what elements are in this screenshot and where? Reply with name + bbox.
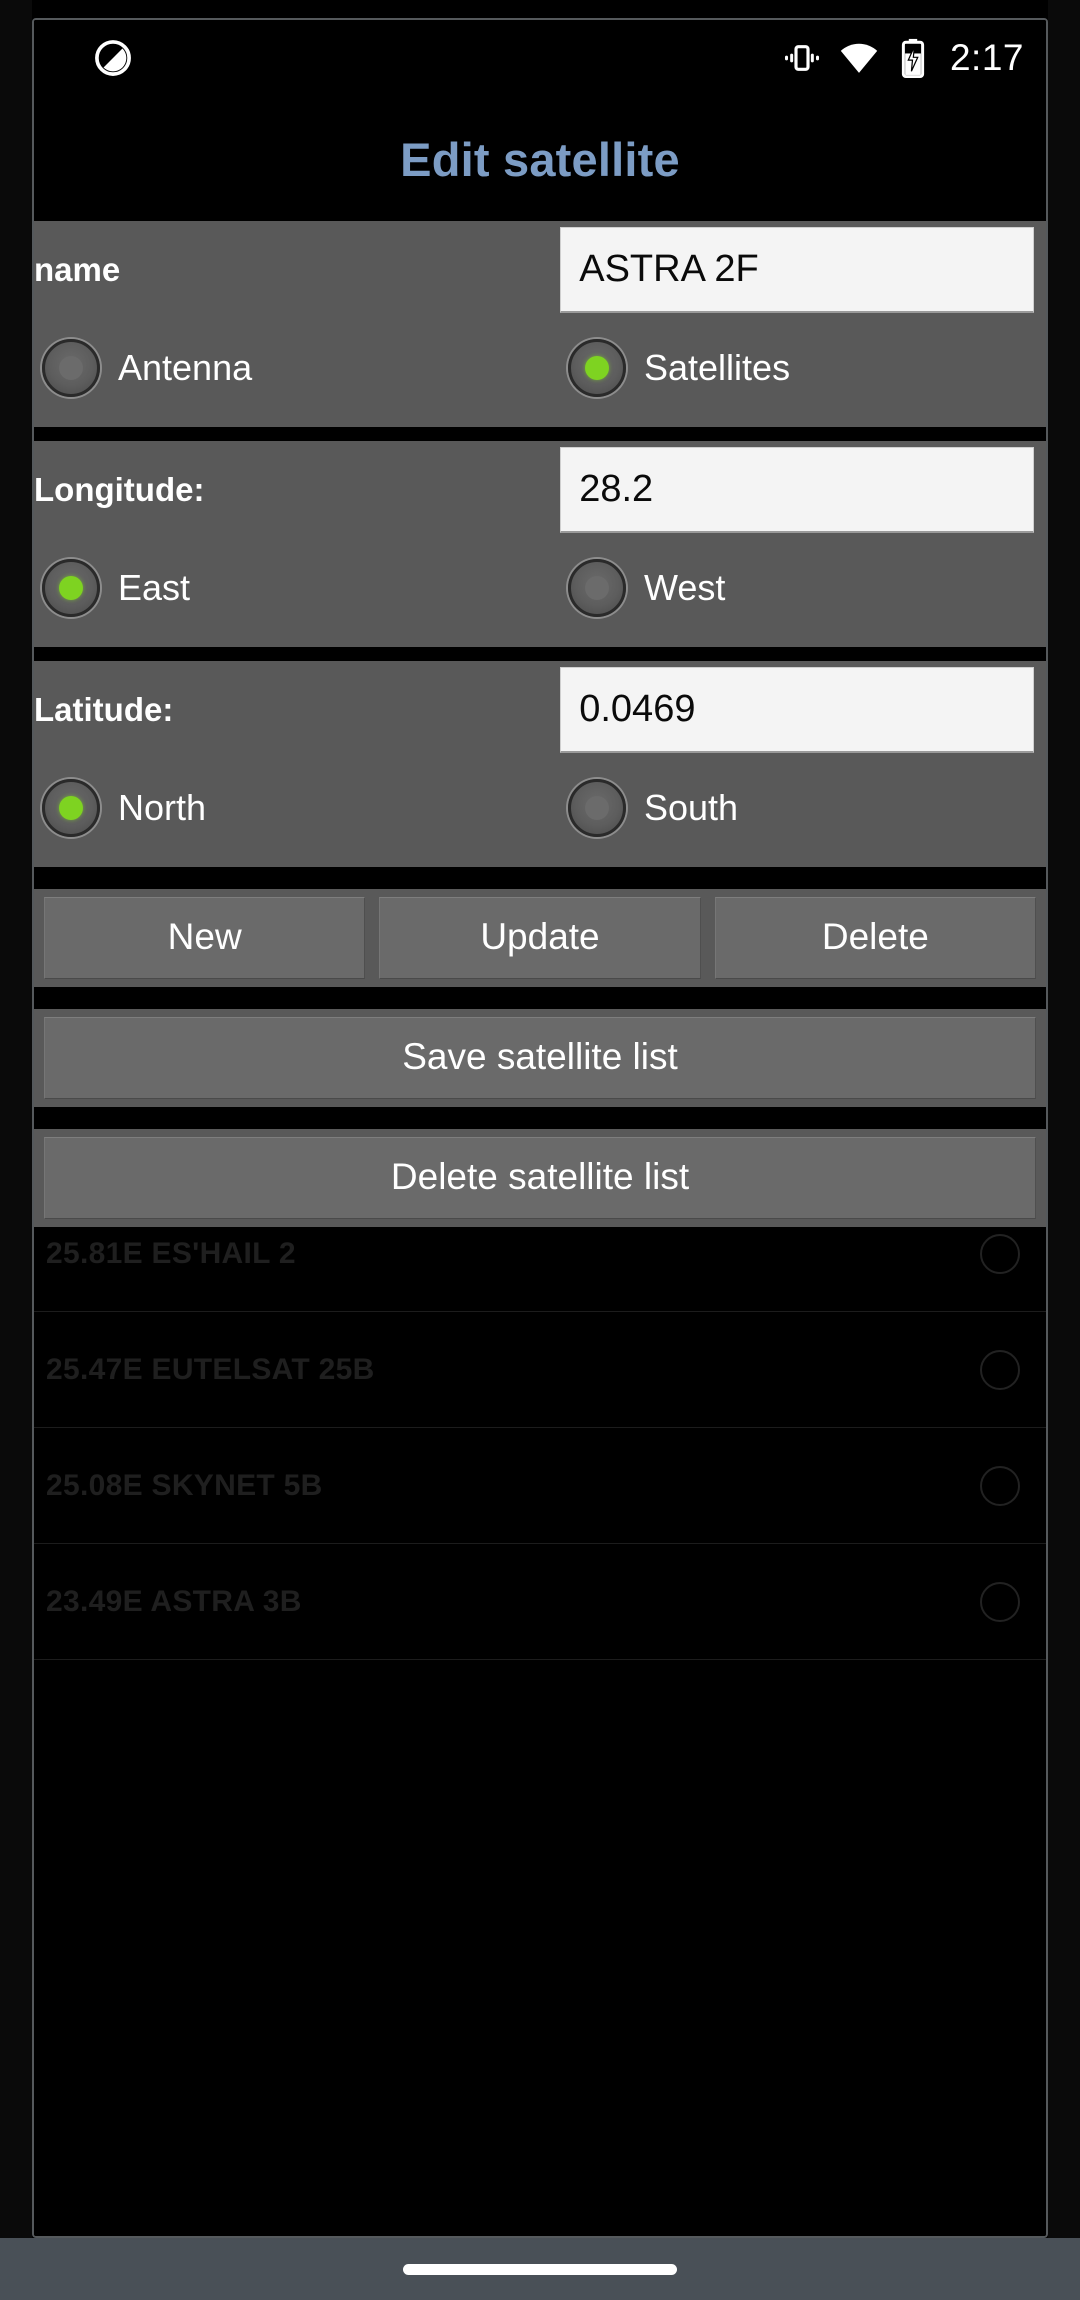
- name-input[interactable]: ASTRA 2F: [560, 227, 1034, 313]
- radio-south-icon[interactable]: [568, 779, 626, 837]
- list-item-label: 25.08E SKYNET 5B: [46, 1468, 323, 1502]
- latitude-input[interactable]: 0.0469: [560, 667, 1034, 753]
- divider: [34, 1107, 1046, 1129]
- do-not-disturb-icon: [92, 37, 134, 79]
- source-radio-row: Antenna Satellites: [34, 319, 1046, 427]
- radio-antenna-label: Antenna: [118, 347, 253, 388]
- list-item-radio-icon[interactable]: [980, 1349, 1020, 1390]
- divider: [34, 427, 1046, 441]
- vibrate-icon: [782, 38, 822, 78]
- radio-west-icon[interactable]: [568, 559, 626, 617]
- radio-option-east[interactable]: East: [34, 559, 540, 617]
- latitude-field-row: Latitude: 0.0469: [34, 661, 1046, 759]
- device-screen: 25.95E BADR-5 25.81E ES'HAIL 2 25.47E EU…: [0, 0, 1080, 2300]
- list-item[interactable]: 25.47E EUTELSAT 25B: [34, 1312, 1046, 1428]
- delete-satellite-list-button[interactable]: Delete satellite list: [44, 1137, 1036, 1219]
- list-item-label: 25.81E ES'HAIL 2: [46, 1236, 296, 1270]
- longitude-field-row: Longitude: 28.2: [34, 441, 1046, 539]
- status-bar-right-icons: 2:17: [782, 37, 1024, 79]
- latitude-radio-row: North South: [34, 759, 1046, 867]
- action-button-bar: New Update Delete: [34, 889, 1046, 987]
- battery-charging-icon: [896, 37, 930, 79]
- name-field-row: name ASTRA 2F: [34, 221, 1046, 319]
- longitude-label: Longitude:: [34, 471, 205, 508]
- list-item[interactable]: 25.08E SKYNET 5B: [34, 1428, 1046, 1544]
- delete-button[interactable]: Delete: [714, 897, 1036, 979]
- radio-south-label: South: [644, 787, 739, 828]
- radio-north-label: North: [118, 787, 207, 828]
- app-window: 25.95E BADR-5 25.81E ES'HAIL 2 25.47E EU…: [32, 18, 1048, 2238]
- radio-option-west[interactable]: West: [540, 559, 1046, 617]
- status-bar: 2:17: [34, 20, 1046, 96]
- new-button[interactable]: New: [44, 897, 366, 979]
- gesture-nav-bar: [0, 2238, 1080, 2300]
- radio-option-north[interactable]: North: [34, 779, 540, 837]
- save-list-button-bar: Save satellite list: [34, 1009, 1046, 1107]
- edit-satellite-dialog: Edit satellite name ASTRA 2F Antenna Sat…: [34, 96, 1046, 1227]
- status-bar-clock: 2:17: [949, 37, 1024, 78]
- radio-option-satellites[interactable]: Satellites: [540, 339, 1046, 397]
- latitude-label: Latitude:: [34, 691, 174, 728]
- longitude-radio-row: East West: [34, 539, 1046, 647]
- home-gesture-pill[interactable]: [403, 2263, 677, 2275]
- divider: [34, 867, 1046, 889]
- radio-antenna-icon[interactable]: [42, 339, 100, 397]
- name-group: name ASTRA 2F Antenna Satellites: [34, 221, 1046, 427]
- list-item-label: 25.47E EUTELSAT 25B: [46, 1352, 375, 1386]
- wifi-icon: [838, 37, 880, 79]
- update-button[interactable]: Update: [379, 897, 701, 979]
- radio-west-label: West: [644, 567, 726, 608]
- radio-north-icon[interactable]: [42, 779, 100, 837]
- right-bezel: [1048, 0, 1080, 2300]
- delete-list-button-bar: Delete satellite list: [34, 1129, 1046, 1227]
- left-bezel: [0, 0, 32, 2300]
- list-item-radio-icon[interactable]: [980, 1233, 1020, 1274]
- radio-satellites-icon[interactable]: [568, 339, 626, 397]
- divider: [34, 987, 1046, 1009]
- list-item-radio-icon[interactable]: [980, 1465, 1020, 1506]
- longitude-input[interactable]: 28.2: [560, 447, 1034, 533]
- longitude-group: Longitude: 28.2 East West: [34, 441, 1046, 647]
- list-item[interactable]: 23.49E ASTRA 3B: [34, 1544, 1046, 1660]
- save-satellite-list-button[interactable]: Save satellite list: [44, 1017, 1036, 1099]
- radio-satellites-label: Satellites: [644, 347, 791, 388]
- radio-option-antenna[interactable]: Antenna: [34, 339, 540, 397]
- radio-east-icon[interactable]: [42, 559, 100, 617]
- name-label: name: [34, 251, 121, 288]
- list-item-label: 23.49E ASTRA 3B: [46, 1584, 302, 1618]
- list-item-radio-icon[interactable]: [980, 1581, 1020, 1622]
- divider: [34, 647, 1046, 661]
- radio-option-south[interactable]: South: [540, 779, 1046, 837]
- page-title: Edit satellite: [400, 133, 680, 186]
- latitude-group: Latitude: 0.0469 North South: [34, 661, 1046, 867]
- status-bar-left-icons: [92, 37, 134, 79]
- radio-east-label: East: [118, 567, 191, 608]
